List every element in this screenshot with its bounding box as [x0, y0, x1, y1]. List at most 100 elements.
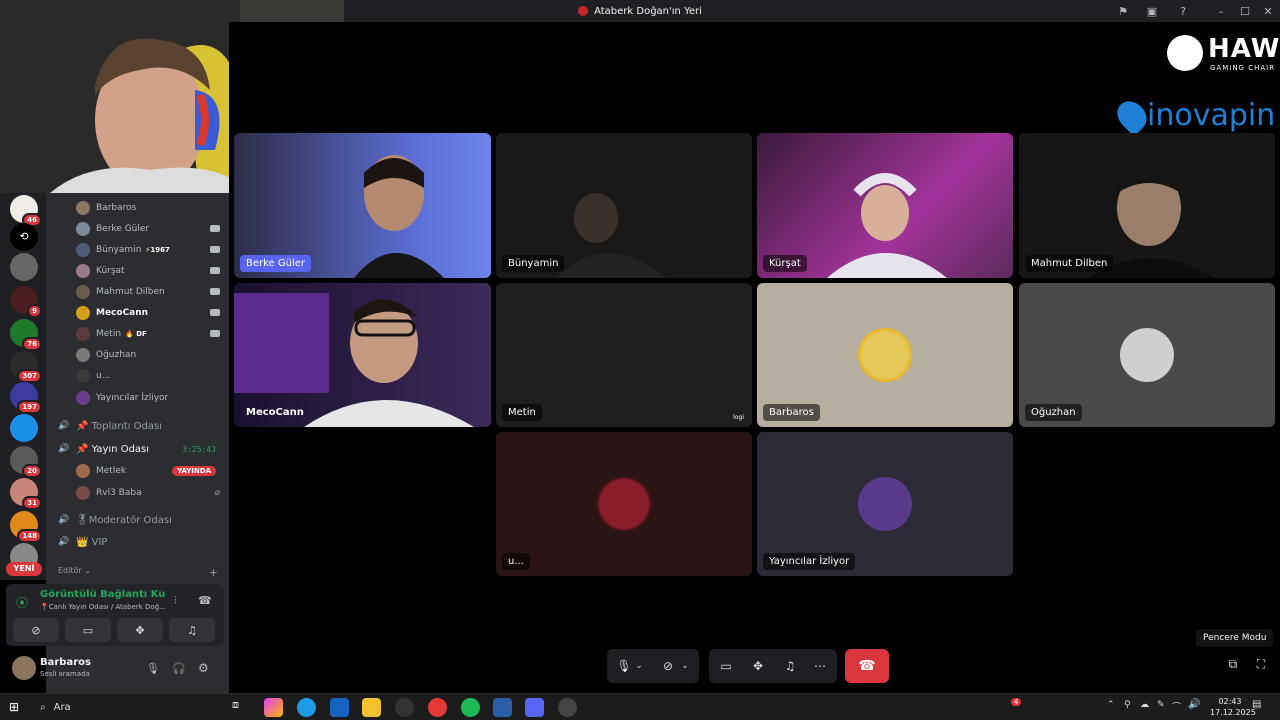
server-icon[interactable]: 9 [10, 286, 42, 318]
voice-member[interactable]: Barbaros [76, 198, 226, 218]
tray-chevron-icon[interactable]: ⌃ [1107, 700, 1115, 710]
video-tile[interactable]: Kürşat [757, 133, 1013, 278]
voice-channel-moderator[interactable]: 🔊 🎖Moderatör Odası [58, 510, 226, 530]
file-explorer-icon[interactable] [362, 698, 381, 717]
copilot-icon[interactable] [264, 698, 283, 717]
network-icon[interactable]: ⌒ [1172, 700, 1181, 713]
voice-member[interactable]: Kürşat [76, 261, 226, 281]
camera-icon [210, 246, 220, 253]
microphone-icon[interactable]: 🎙 [146, 662, 160, 675]
tray-app-icon[interactable]: ✎ [1157, 700, 1165, 710]
voice-member[interactable]: Metin 🔥 DF [76, 324, 226, 344]
server-icon[interactable]: 20 [10, 446, 42, 478]
video-tile[interactable]: Mahmut Dilben [1019, 133, 1275, 278]
user-name[interactable]: Barbaros [40, 657, 91, 668]
fullscreen-button[interactable]: ⛶ [1252, 657, 1270, 675]
xbox-icon[interactable] [395, 698, 414, 717]
signal-icon[interactable]: ⦿ [16, 594, 28, 611]
popout-button[interactable]: ⧉ [1224, 657, 1242, 675]
voice-member[interactable]: Metlek YAYINDA [76, 461, 226, 481]
video-tile[interactable]: Bünyamin [496, 133, 752, 278]
disconnect-button[interactable]: ☎ [845, 649, 889, 683]
video-tile[interactable]: Oğuzhan [1019, 283, 1275, 427]
voice-member[interactable]: u... [76, 366, 226, 386]
voice-member[interactable]: MecoCann [76, 303, 226, 323]
task-view-icon[interactable]: ⧈ [232, 698, 251, 717]
mic-options-button[interactable]: ⌄ [631, 649, 647, 683]
outlook-icon[interactable] [330, 698, 349, 717]
chrome-icon[interactable] [428, 698, 447, 717]
search-icon: ⌕ [40, 702, 46, 713]
server-icon[interactable] [10, 414, 38, 442]
server-icon[interactable]: 197 [10, 382, 42, 414]
voice-channel-yayin[interactable]: 🔊 📌 Yayın Odası 3:25:43 [58, 439, 226, 459]
soundboard-button[interactable]: ♫ [775, 649, 805, 683]
avatar [76, 285, 90, 299]
avatar[interactable] [12, 656, 36, 680]
camera-off-icon: ⊘ [31, 623, 41, 637]
video-tile[interactable]: Barbaros [757, 283, 1013, 427]
maximize-icon[interactable]: ☐ [1236, 2, 1254, 20]
server-icon[interactable]: 31 [10, 478, 42, 510]
activities-button[interactable]: ✥ [117, 618, 163, 642]
voice-member[interactable]: Yayıncılar İzliyor [76, 388, 226, 408]
new-servers-pill[interactable]: YENİ [6, 562, 42, 576]
server-icon[interactable]: 76 [10, 319, 42, 351]
taskbar-search[interactable]: ⌕ Ara [32, 697, 222, 718]
edge-icon[interactable] [297, 698, 316, 717]
voice-member[interactable]: Bünyamin ⚡1967 [76, 240, 226, 260]
taskbar-clock[interactable]: 02:43 17.12.2025 [1210, 696, 1256, 718]
disconnect-icon[interactable]: ☎ [198, 594, 212, 607]
close-icon[interactable]: ✕ [1259, 2, 1277, 20]
more-button[interactable]: ⋯ [805, 649, 835, 683]
server-icon[interactable] [10, 253, 38, 281]
noise-suppression-icon[interactable]: ⫶ [174, 594, 177, 608]
video-tile[interactable]: MecoCann [234, 283, 491, 427]
server-icon[interactable]: 46 [10, 195, 42, 227]
server-badge: 76 [22, 337, 42, 351]
voice-channel-vip[interactable]: 🔊 👑 VIP [58, 532, 226, 552]
notifications-icon[interactable]: ▤ [1252, 699, 1261, 710]
tooltip: Pencere Modu [1196, 629, 1274, 647]
screen-share-button[interactable]: ▭ [711, 649, 741, 683]
popout-icon: ⧉ [1228, 657, 1238, 671]
video-tile[interactable]: Metin logi [496, 283, 752, 427]
spotify-icon[interactable] [461, 698, 480, 717]
voice-status[interactable]: Görüntülü Bağlantı Kuruldu [40, 589, 165, 600]
category-editor[interactable]: Editör ⌄ + [58, 566, 218, 579]
activities-button[interactable]: ✥ [743, 649, 773, 683]
screen-share-button[interactable]: ▭ [65, 618, 111, 642]
camera-options-button[interactable]: ⌄ [677, 649, 693, 683]
camera-off-button[interactable]: ⊘ [13, 618, 59, 642]
headphones-icon[interactable]: 🎧 [172, 662, 186, 675]
voice-member[interactable]: Rvl3 Baba ⌀ [76, 483, 226, 503]
app-icon[interactable] [493, 698, 512, 717]
discord-icon[interactable] [525, 698, 544, 717]
voice-channel-path[interactable]: 📍Canlı Yayın Odası / Ataberk Doğ... [40, 603, 170, 611]
help-icon[interactable]: ? [1174, 2, 1192, 20]
voice-member[interactable]: Berke Güler [76, 219, 226, 239]
minimize-icon[interactable]: – [1212, 2, 1230, 20]
avatar [858, 328, 912, 382]
server-icon[interactable]: 307 [10, 351, 42, 383]
soundboard-button[interactable]: ♫ [169, 618, 215, 642]
tray-app-icon[interactable]: ☁ [1140, 700, 1149, 710]
voice-member[interactable]: Mahmut Dilben [76, 282, 226, 302]
inbox-icon[interactable]: ▣ [1143, 2, 1161, 20]
voice-member[interactable]: Oğuzhan [76, 345, 226, 365]
video-tile[interactable]: Berke Güler [234, 133, 491, 278]
server-icon[interactable]: 148 [10, 511, 42, 543]
windows-start-icon[interactable]: ⊞ [9, 700, 19, 714]
video-tile[interactable]: Yayıncılar İzliyor [757, 432, 1013, 576]
member-name: Mahmut Dilben [96, 287, 165, 297]
app-icon[interactable] [558, 698, 577, 717]
volume-icon[interactable]: 🔊 [1188, 699, 1200, 710]
settings-gear-icon[interactable]: ⚙ [198, 661, 209, 675]
flag-icon[interactable]: ⚑ [1114, 2, 1132, 20]
channel-name: 📌 Toplantı Odası [76, 420, 162, 432]
tray-app-icon[interactable]: ⚲ [1124, 700, 1131, 710]
server-icon[interactable]: ⟲ [10, 223, 38, 251]
voice-channel-toplanti[interactable]: 🔊 📌 Toplantı Odası [58, 416, 226, 436]
video-tile[interactable]: u... [496, 432, 752, 576]
add-channel-icon[interactable]: + [209, 566, 218, 579]
